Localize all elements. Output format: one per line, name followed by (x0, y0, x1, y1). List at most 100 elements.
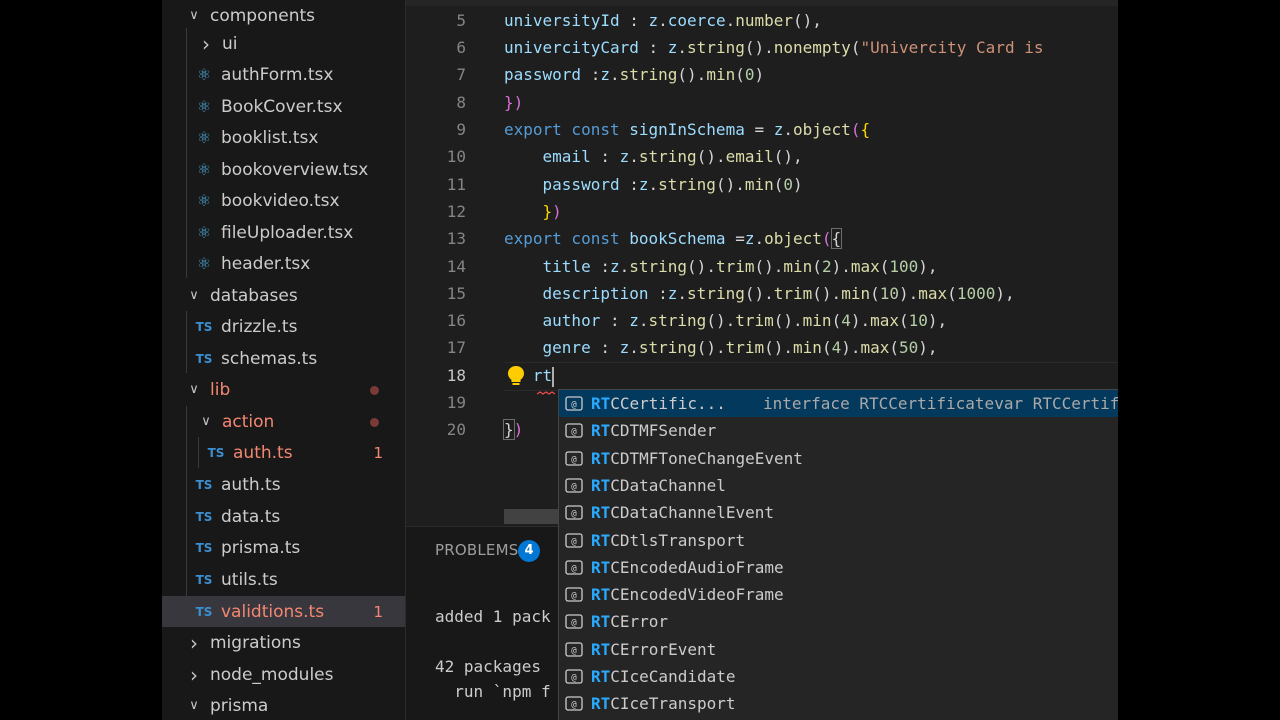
terminal-line: added 1 pack (435, 607, 551, 626)
suggestion-item[interactable]: @ RTCErrorEvent (559, 636, 1118, 663)
chevron-right-icon[interactable]: › (186, 631, 202, 655)
chevron-down-icon[interactable]: ∨ (186, 288, 202, 303)
chevron-down-icon[interactable]: ∨ (198, 414, 214, 429)
suggestion-item[interactable]: @ RTCEncodedAudioFrame (559, 554, 1118, 581)
tree-item[interactable]: ⚛ bookvideo.tsx (162, 185, 405, 216)
tree-item[interactable]: TS auth.ts 1 (162, 437, 405, 468)
code-token: z (667, 284, 678, 303)
symbol-variable-icon: @ (565, 560, 583, 575)
suggestion-item[interactable]: @ RTCDataChannel (559, 472, 1118, 499)
code-line[interactable]: 7 password :z.string().min(0) (406, 61, 1118, 88)
tree-item-label: node_modules (210, 664, 334, 685)
suggestion-item[interactable]: @ RTCDTMFToneChangeEvent (559, 445, 1118, 472)
code-token: 10 (879, 284, 899, 303)
tree-item[interactable]: TS prisma.ts (162, 532, 405, 563)
tree-item-label: action (222, 411, 275, 432)
code-line[interactable]: 14 title :z.string().trim().min(2).max(1… (406, 253, 1118, 280)
tree-item[interactable]: ⚛ bookoverview.tsx (162, 154, 405, 185)
code-line[interactable]: 5 universityId : z.coerce.number(), (406, 7, 1118, 34)
tree-item[interactable]: ∨ components (162, 0, 405, 31)
suggestion-item[interactable]: @ RTCDtlsTransport (559, 527, 1118, 554)
tree-item[interactable]: ⚛ header.tsx (162, 248, 405, 279)
suggest-widget[interactable]: @ RTCCertific... interface RTCCertificatev… (558, 389, 1118, 720)
suggestion-item[interactable]: @ RTCError (559, 608, 1118, 635)
tree-item[interactable]: ⚛ fileUploader.tsx (162, 217, 405, 248)
code-line[interactable]: 12 }) (406, 198, 1118, 225)
code-token: max (918, 284, 948, 303)
symbol-variable-icon: @ (565, 532, 583, 548)
suggestion-item[interactable]: @ RTCCertific... interface RTCCertificatev… (559, 390, 1118, 417)
code-token: min (841, 284, 871, 303)
tree-item[interactable]: TS validtions.ts 1 (162, 596, 405, 627)
tree-item[interactable]: › ui (162, 28, 405, 59)
tree-item[interactable]: › migrations (162, 627, 405, 658)
code-line[interactable]: 9 export const signInSchema = z.object({ (406, 116, 1118, 143)
chevron-down-icon[interactable]: ∨ (186, 8, 202, 23)
code-line[interactable]: 10 email : z.string().email(), (406, 143, 1118, 170)
suggestion-item[interactable]: @ RTCDTMFSender (559, 417, 1118, 444)
code-token: ) (754, 65, 765, 84)
tree-item[interactable]: ∨ databases (162, 280, 405, 311)
code-token: . (783, 120, 794, 139)
tree-item[interactable]: ⚛ BookCover.tsx (162, 91, 405, 122)
code-token: z (609, 257, 620, 276)
tree-item[interactable]: TS data.ts (162, 501, 405, 532)
chevron-right-icon[interactable]: › (186, 663, 202, 687)
tree-item[interactable]: › node_modules (162, 659, 405, 690)
tree-item-label: migrations (210, 632, 301, 653)
tree-item[interactable]: ∨ lib (162, 374, 405, 405)
code-token: string (629, 257, 688, 276)
suggestion-match: RT (591, 585, 611, 605)
code-text: genre : z.string().trim().min(4).max(50)… (504, 334, 938, 361)
tree-item[interactable]: TS auth.ts (162, 469, 405, 500)
suggestion-label: RTCError (591, 608, 668, 635)
symbol-variable-icon: @ (565, 696, 583, 711)
suggestion-item[interactable]: @ RTCIceTransport (559, 690, 1118, 717)
typescript-file-icon: TS (195, 319, 213, 334)
code-token: number (735, 11, 794, 30)
code-line[interactable]: 17 genre : z.string().trim().min(4).max(… (406, 334, 1118, 361)
suggestion-match: RT (591, 612, 611, 632)
chevron-down-icon[interactable]: ∨ (186, 382, 202, 397)
code-token: ( (773, 175, 784, 194)
suggestion-item[interactable]: @ RTCDataChannelEvent (559, 499, 1118, 526)
svg-text:@: @ (571, 427, 577, 437)
code-token: : (590, 147, 620, 166)
tree-item[interactable]: ⚛ authForm.tsx (162, 59, 405, 90)
tree-item[interactable]: ⚛ booklist.tsx (162, 122, 405, 153)
tab-problems[interactable]: PROBLEMS (435, 541, 518, 559)
code-token: } (503, 419, 515, 440)
suggestion-item[interactable]: @ RTCEncodedVideoFrame (559, 581, 1118, 608)
code-line[interactable]: 8}) (406, 89, 1118, 116)
terminal-line: run `npm f (435, 682, 551, 701)
symbol-variable-icon: @ (565, 669, 583, 684)
code-line[interactable]: 15 description :z.string().trim().min(10… (406, 280, 1118, 307)
horizontal-scrollbar-thumb[interactable] (504, 509, 558, 524)
code-line[interactable]: 16 author : z.string().trim().min(4).max… (406, 307, 1118, 334)
code-token: univercityCard (504, 38, 639, 57)
tree-item-label: bookoverview.tsx (221, 159, 369, 180)
tree-item[interactable]: ∨ prisma (162, 690, 405, 720)
code-line[interactable]: 18 rt (406, 362, 1118, 389)
code-token: z (619, 147, 630, 166)
code-token: (). (696, 147, 726, 166)
suggestion-item[interactable]: @ RTCIceCandidate (559, 663, 1118, 690)
code-token: . (629, 338, 639, 357)
code-line[interactable]: 13 export const bookSchema =z.object({ (406, 225, 1118, 252)
tree-item[interactable]: TS utils.ts (162, 564, 405, 595)
tree-item[interactable]: ∨ action (162, 406, 405, 437)
tree-item[interactable]: TS drizzle.ts (162, 311, 405, 342)
code-line[interactable]: 6 univercityCard : z.string().nonempty("U… (406, 34, 1118, 61)
suggestion-label: RTCEncodedVideoFrame (591, 581, 784, 608)
code-text: password :z.string().min(0) (504, 171, 803, 198)
code-token: : (648, 284, 668, 303)
code-token: (). (764, 338, 794, 357)
tree-item[interactable]: TS schemas.ts (162, 343, 405, 374)
chevron-down-icon[interactable]: ∨ (186, 698, 202, 713)
tree-item-label: validtions.ts (221, 601, 325, 622)
code-token: { (860, 120, 871, 139)
code-token: ), (927, 311, 948, 330)
chevron-right-icon[interactable]: › (198, 32, 214, 56)
code-line[interactable]: 11 password :z.string().min(0) (406, 171, 1118, 198)
